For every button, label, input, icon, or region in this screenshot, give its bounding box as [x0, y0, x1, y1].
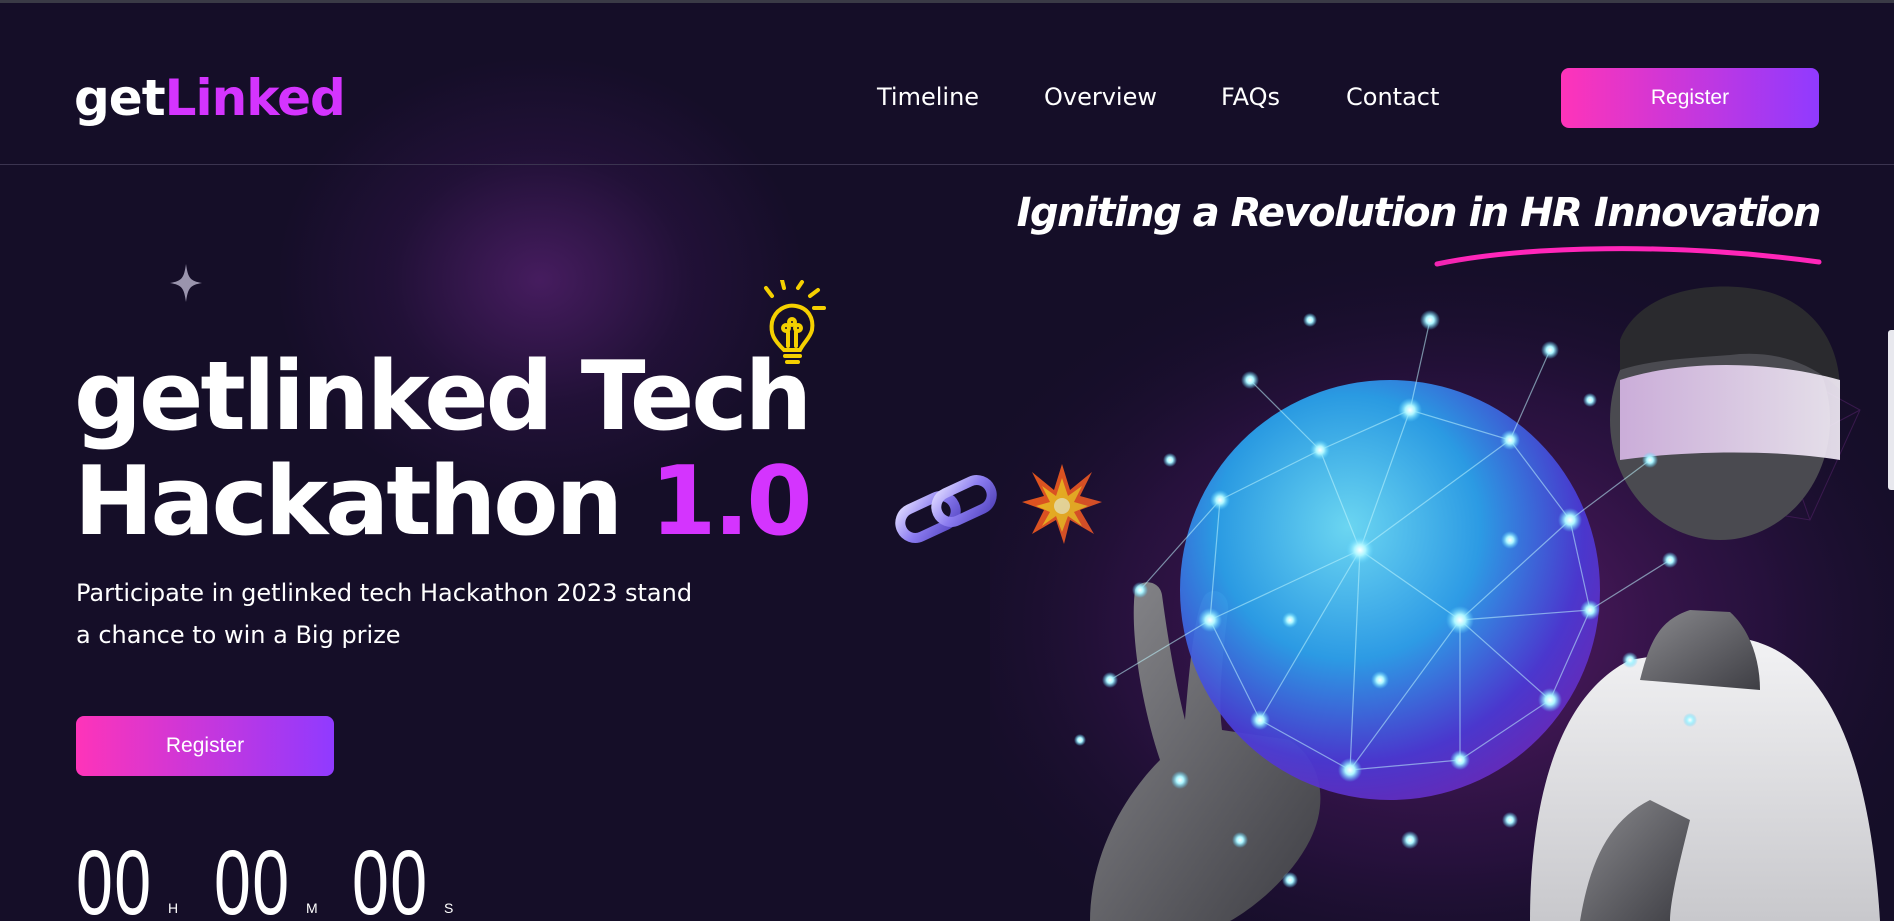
timer-minutes-value: 00 [214, 832, 291, 921]
timer-minutes-unit: M [306, 900, 318, 916]
timer-minutes: 00 M [214, 832, 320, 921]
hero-register-button[interactable]: Register [76, 716, 334, 776]
timer-seconds: 00 S [352, 832, 458, 921]
timer-hours: 00 H [76, 832, 182, 921]
timer-hours-unit: H [168, 900, 179, 916]
nav-link-timeline[interactable]: Timeline [877, 83, 979, 111]
timer-seconds-value: 00 [352, 832, 429, 921]
hero-title: getlinked Tech Hackathon 1.0 [74, 342, 813, 557]
hero-subtitle: Participate in getlinked tech Hackathon … [76, 572, 796, 656]
nav-link-overview[interactable]: Overview [1044, 83, 1157, 111]
nav-link-contact[interactable]: Contact [1346, 83, 1439, 111]
nav-link-faqs[interactable]: FAQs [1221, 83, 1280, 111]
side-scroll-tab[interactable] [1888, 330, 1894, 490]
hero-title-line1: getlinked Tech [74, 342, 812, 452]
hero-title-hackathon: Hackathon [74, 447, 623, 557]
timer-seconds-unit: S [444, 900, 454, 916]
hero-tagline: Igniting a Revolution in HR Innovation [1016, 190, 1822, 236]
hero-image-vr-person [990, 260, 1894, 921]
chain-link-icon [895, 475, 997, 543]
logo[interactable]: getLinked [74, 69, 346, 127]
timer-hours-value: 00 [76, 832, 153, 921]
sparkle-icon [170, 264, 202, 302]
hero-subtitle-line2: a chance to win a Big prize [76, 621, 401, 649]
header-register-button[interactable]: Register [1561, 68, 1819, 128]
hero-title-version: 1.0 [650, 447, 812, 557]
logo-text-linked: Linked [164, 69, 346, 127]
hero-subtitle-line1: Participate in getlinked tech Hackathon … [76, 579, 693, 607]
hero-title-line2: Hackathon 1.0 [74, 447, 813, 557]
logo-text-get: get [74, 69, 166, 127]
site-header: getLinked Timeline Overview FAQs Contact… [0, 3, 1894, 165]
